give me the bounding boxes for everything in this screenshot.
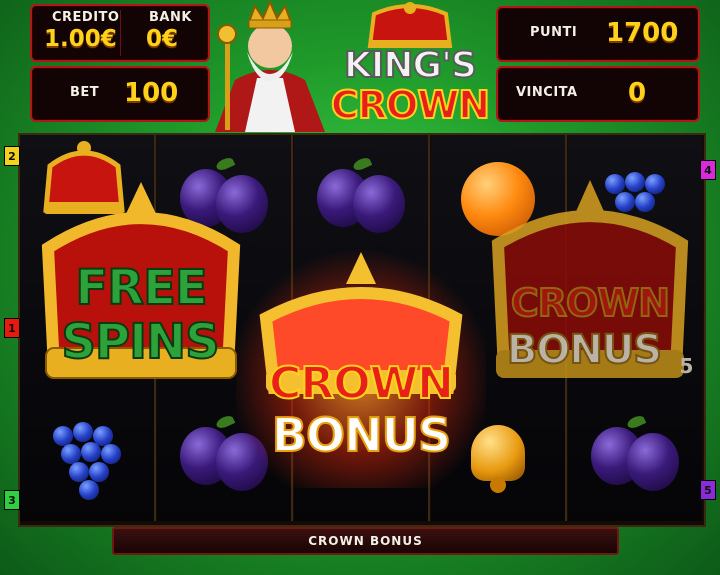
- bet-value: 100: [124, 78, 179, 108]
- vincita-panel: VINCITA 0: [496, 66, 700, 122]
- line-marker-2: 2: [4, 146, 20, 166]
- crown-bonus-right: CROWN BONUS 5: [480, 170, 700, 390]
- crown-bonus-center-text-1: CROWN: [268, 358, 455, 409]
- panel-divider: [120, 10, 121, 56]
- symbol-grapes: [20, 393, 154, 521]
- bet-panel: BET 100: [30, 66, 210, 122]
- vincita-value: 0: [628, 78, 647, 108]
- king-character: [205, 0, 335, 132]
- logo-crown: CROWN: [330, 83, 491, 127]
- game-logo: KING'S CROWN: [330, 0, 491, 130]
- symbol-plum: [568, 393, 702, 521]
- vincita-label: VINCITA: [516, 85, 578, 100]
- crown-bonus-center-text-2: BONUS: [271, 408, 452, 462]
- bank-value: 0€: [146, 26, 179, 52]
- free-spins-text-1: FREE: [74, 260, 208, 316]
- crown-bonus-right-count: 5: [679, 354, 694, 378]
- crown-bonus-right-text-1: CROWN: [510, 281, 671, 325]
- line-marker-1: 1: [4, 318, 20, 338]
- free-spins-text-2: SPINS: [60, 314, 220, 370]
- crown-bonus-right-text-2: BONUS: [506, 327, 663, 373]
- credito-value: 1.00€: [44, 26, 117, 52]
- symbol-plum: [294, 135, 428, 263]
- punti-panel: PUNTI 1700: [496, 6, 700, 62]
- credito-label: CREDITO: [52, 10, 120, 25]
- bank-label: BANK: [149, 10, 192, 25]
- credit-bank-panel: CREDITO 1.00€ BANK 0€: [30, 4, 210, 62]
- status-bar: CROWN BONUS: [112, 527, 619, 555]
- punti-label: PUNTI: [530, 25, 578, 40]
- line-marker-4: 4: [700, 160, 716, 180]
- free-spins-crown: FREE SPINS: [26, 178, 256, 388]
- punti-value: 1700: [606, 18, 679, 48]
- crown-bonus-center: CROWN BONUS: [236, 248, 486, 488]
- bet-label: BET: [70, 85, 100, 100]
- line-marker-5: 5: [700, 480, 716, 500]
- logo-kings: KING'S: [343, 45, 478, 86]
- line-marker-3: 3: [4, 490, 20, 510]
